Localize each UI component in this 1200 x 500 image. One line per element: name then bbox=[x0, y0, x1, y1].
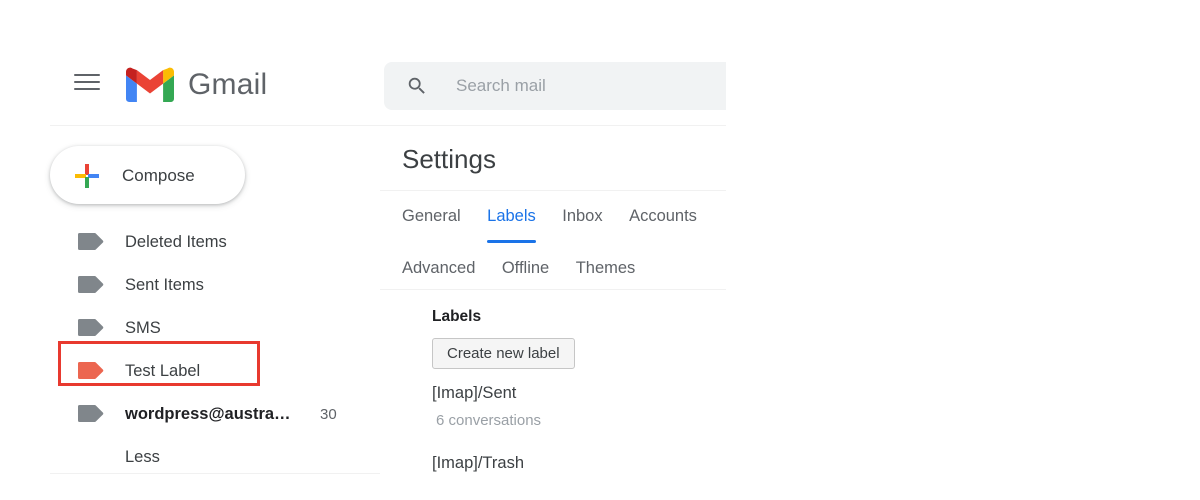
search-icon bbox=[406, 75, 428, 97]
tab-labels[interactable]: Labels bbox=[487, 205, 536, 243]
tab-inbox[interactable]: Inbox bbox=[562, 205, 602, 229]
sidebar-item-test-label[interactable]: Test Label bbox=[0, 349, 380, 392]
sidebar-item-label: Test Label bbox=[125, 362, 201, 380]
screenshot-viewport: Gmail Search mail Compose Deleted Items … bbox=[0, 0, 726, 500]
sidebar-label-list: Deleted Items Sent Items SMS Test Label … bbox=[0, 220, 380, 478]
search-mail-input[interactable]: Search mail bbox=[384, 62, 726, 110]
sidebar-item-sms[interactable]: SMS bbox=[0, 306, 380, 349]
sidebar-bottom-divider bbox=[50, 473, 380, 474]
settings-tabs-row-1: General Labels Inbox Accounts bbox=[402, 205, 719, 243]
hamburger-menu-icon[interactable] bbox=[74, 72, 100, 92]
gmail-logo-icon bbox=[126, 66, 174, 103]
plus-icon bbox=[74, 163, 100, 189]
tab-offline[interactable]: Offline bbox=[502, 257, 549, 281]
sidebar: Compose Deleted Items Sent Items SMS Tes… bbox=[0, 126, 380, 500]
tab-general[interactable]: General bbox=[402, 205, 461, 229]
page-title: Settings bbox=[402, 144, 496, 174]
sidebar-item-count: 30 bbox=[320, 406, 337, 423]
label-row-name[interactable]: [Imap]/Trash bbox=[432, 452, 524, 474]
label-tag-icon bbox=[78, 362, 104, 379]
tab-accounts[interactable]: Accounts bbox=[629, 205, 697, 229]
sidebar-less-toggle[interactable]: Less bbox=[0, 435, 380, 478]
sidebar-item-label: Sent Items bbox=[125, 276, 204, 294]
sidebar-item-sent-items[interactable]: Sent Items bbox=[0, 263, 380, 306]
gmail-wordmark: Gmail bbox=[188, 68, 268, 101]
label-tag-icon bbox=[78, 276, 104, 293]
label-row-conversation-count: 6 conversations bbox=[436, 412, 542, 429]
sidebar-less-label: Less bbox=[125, 448, 160, 466]
settings-tabs-row-2: Advanced Offline Themes bbox=[402, 257, 657, 281]
compose-button[interactable]: Compose bbox=[50, 146, 245, 204]
label-tag-icon bbox=[78, 233, 104, 250]
label-tag-icon bbox=[78, 319, 104, 336]
settings-pane: Settings General Labels Inbox Accounts A… bbox=[380, 126, 726, 500]
search-placeholder: Search mail bbox=[456, 76, 546, 95]
settings-tabs-divider bbox=[380, 289, 726, 290]
sidebar-item-label: wordpress@austra… bbox=[125, 405, 291, 423]
tab-themes[interactable]: Themes bbox=[576, 257, 636, 281]
sidebar-item-label: Deleted Items bbox=[125, 233, 227, 251]
label-tag-icon bbox=[78, 405, 104, 422]
sidebar-item-wordpress[interactable]: wordpress@austra… 30 bbox=[0, 392, 380, 435]
sidebar-item-label: SMS bbox=[125, 319, 161, 337]
compose-label: Compose bbox=[122, 166, 195, 185]
top-bar: Gmail Search mail bbox=[0, 0, 726, 126]
settings-title-divider bbox=[380, 190, 726, 191]
label-row-name[interactable]: [Imap]/Sent bbox=[432, 382, 516, 404]
labels-section-heading: Labels bbox=[432, 308, 482, 325]
sidebar-item-deleted-items[interactable]: Deleted Items bbox=[0, 220, 380, 263]
create-new-label-button[interactable]: Create new label bbox=[432, 338, 575, 369]
gmail-settings-screenshot: Gmail Search mail Compose Deleted Items … bbox=[0, 0, 1200, 500]
tab-advanced[interactable]: Advanced bbox=[402, 257, 475, 281]
